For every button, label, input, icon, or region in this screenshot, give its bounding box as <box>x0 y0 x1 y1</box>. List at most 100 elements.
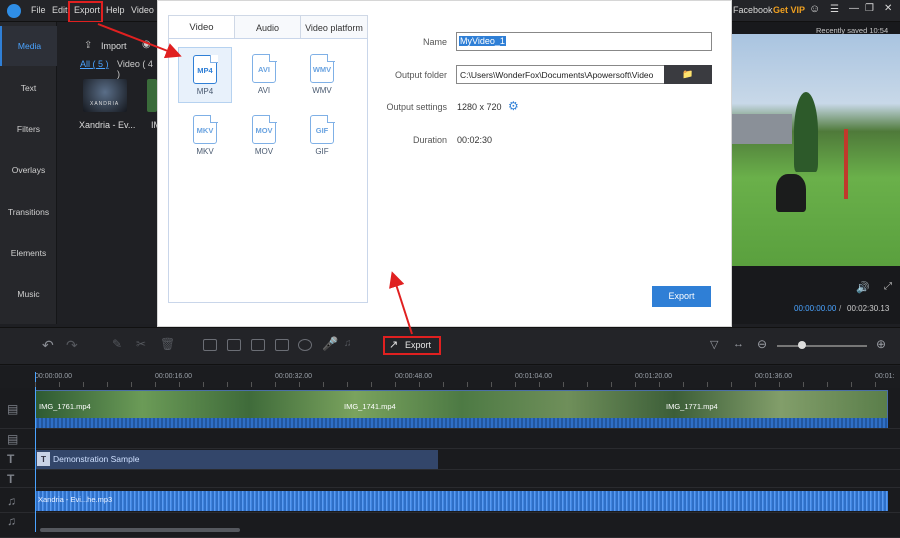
filter-video[interactable]: Video ( 4 ) <box>117 59 157 79</box>
audio-clip-label: Xandria - Evi...he.mp3 <box>38 495 113 504</box>
format-wmv-label: WMV <box>312 86 332 95</box>
tab-elements[interactable]: Elements <box>0 233 57 273</box>
ruler-tick <box>179 382 180 387</box>
format-mkv[interactable]: MKV MKV <box>178 108 232 164</box>
volume-icon[interactable]: 🔊 <box>856 281 870 294</box>
microphone-icon[interactable]: 🎤 <box>322 336 338 352</box>
format-gif[interactable]: GIF GIF <box>295 108 349 164</box>
menu-video[interactable]: Video I <box>131 5 159 15</box>
split-icon[interactable] <box>251 339 265 351</box>
menu-edit[interactable]: Edit <box>52 5 68 15</box>
duration-icon[interactable] <box>298 339 312 351</box>
playhead[interactable] <box>35 372 36 532</box>
minimize-icon[interactable]: — <box>849 3 859 14</box>
text-clip[interactable]: T Demonstration Sample <box>35 450 438 469</box>
maximize-icon[interactable]: ❐ <box>865 3 874 14</box>
zoom-slider-handle[interactable] <box>798 341 806 349</box>
format-avi[interactable]: AVI AVI <box>237 47 291 103</box>
zoom-icon[interactable] <box>227 339 241 351</box>
ruler-tick <box>779 382 780 387</box>
ruler-mark: 00:00:48.00 <box>395 373 432 380</box>
ruler-tick <box>851 382 852 387</box>
filter-all[interactable]: All ( 5 ) <box>80 59 109 69</box>
wmv-file-icon: WMV <box>310 53 335 83</box>
duration-label: Duration <box>412 135 447 145</box>
tab-audio[interactable]: Audio <box>234 15 301 39</box>
user-icon[interactable]: ☺ <box>809 3 820 15</box>
cut-icon[interactable]: ✂ <box>136 337 146 351</box>
facebook-link[interactable]: Facebook <box>733 5 773 15</box>
edit-icon[interactable]: ✎ <box>112 337 122 351</box>
tab-music[interactable]: Music <box>0 274 57 314</box>
ruler-tick <box>491 382 492 387</box>
timeline-scrollbar[interactable] <box>40 528 240 532</box>
clip-label: IMG_1771.mp4 <box>666 402 718 411</box>
ruler-mark: 00:01:20.00 <box>635 373 672 380</box>
crop-icon[interactable] <box>203 339 217 351</box>
tab-media[interactable]: Media <box>0 26 57 66</box>
name-input[interactable]: MyVideo_1 <box>456 32 712 51</box>
browse-folder-icon[interactable]: 📁 <box>664 65 712 84</box>
close-icon[interactable]: ✕ <box>884 3 892 14</box>
marker-icon[interactable]: ▽ <box>710 338 718 351</box>
zoom-slider[interactable] <box>777 345 867 347</box>
zoom-out-icon[interactable]: ⊖ <box>757 337 767 351</box>
import-icon[interactable]: ⇪ <box>84 40 92 51</box>
format-mp4[interactable]: MP4 MP4 <box>178 47 232 103</box>
zoom-in-icon[interactable]: ⊕ <box>876 337 886 351</box>
ruler-tick <box>395 382 396 387</box>
ruler-mark: 00:00:00.00 <box>35 373 72 380</box>
freeze-icon[interactable] <box>275 339 289 351</box>
speech-to-text-icon[interactable]: ♫ <box>344 338 352 349</box>
clip-label: IMG_1741.mp4 <box>344 402 396 411</box>
menu-file[interactable]: File <box>31 5 46 15</box>
ruler-tick <box>707 382 708 387</box>
record-icon[interactable]: ◉ <box>142 39 151 50</box>
ruler-tick <box>347 382 348 387</box>
preview-video-frame <box>732 34 900 266</box>
tab-overlays[interactable]: Overlays <box>0 150 57 190</box>
settings-gear-icon[interactable]: ⚙ <box>508 99 519 113</box>
import-button[interactable]: Import <box>101 41 127 51</box>
ruler-tick <box>827 382 828 387</box>
output-folder-value: C:\Users\WonderFox\Documents\Apowersoft\… <box>460 70 654 80</box>
format-mp4-label: MP4 <box>196 87 214 96</box>
ruler-tick <box>875 382 876 387</box>
ruler-tick <box>659 382 660 387</box>
media-thumbnail-2[interactable] <box>147 79 157 112</box>
format-wmv[interactable]: WMV WMV <box>295 47 349 103</box>
undo-icon[interactable]: ↶ <box>42 337 54 354</box>
menu-icon[interactable]: ☰ <box>830 4 839 15</box>
tab-video[interactable]: Video <box>168 15 235 39</box>
tab-video-platform[interactable]: Video platform <box>300 15 368 39</box>
get-vip-button[interactable]: Get VIP <box>773 5 805 15</box>
text-track-2 <box>0 470 900 488</box>
media-thumbnail[interactable]: XANDRIA <box>83 79 127 112</box>
ruler-tick <box>227 382 228 387</box>
format-mov[interactable]: MOV MOV <box>237 108 291 164</box>
fit-icon[interactable]: ↔ <box>733 338 744 350</box>
tab-filters[interactable]: Filters <box>0 109 57 149</box>
text-clip-label: Demonstration Sample <box>53 454 140 464</box>
toolbar-export-label: Export <box>405 340 432 350</box>
ruler-tick <box>515 382 516 387</box>
music-track-icon-2: ♫ <box>7 514 16 528</box>
delete-icon[interactable]: 🗑 <box>160 337 175 351</box>
toolbar-export-button[interactable]: ↗ Export <box>383 336 441 355</box>
redo-icon[interactable]: ↷ <box>66 337 78 354</box>
dialog-export-button[interactable]: Export <box>652 286 711 307</box>
avi-file-icon: AVI <box>252 53 277 83</box>
name-label: Name <box>422 37 447 47</box>
media-thumbnail-label: Xandria - Ev... <box>79 120 136 130</box>
ruler-tick <box>275 382 276 387</box>
menu-help[interactable]: Help <box>106 5 125 15</box>
fullscreen-icon[interactable]: ⤢ <box>884 281 892 292</box>
tab-transitions[interactable]: Transitions <box>0 192 57 232</box>
ruler-tick <box>443 382 444 387</box>
format-avi-label: AVI <box>257 86 271 95</box>
tab-text[interactable]: Text <box>0 68 57 108</box>
ruler-mark: 00:01:36.00 <box>755 373 792 380</box>
audio-clip[interactable]: Xandria - Evi...he.mp3 <box>35 491 888 511</box>
text-track-icon-2: T <box>7 472 15 486</box>
ruler-tick <box>299 382 300 387</box>
